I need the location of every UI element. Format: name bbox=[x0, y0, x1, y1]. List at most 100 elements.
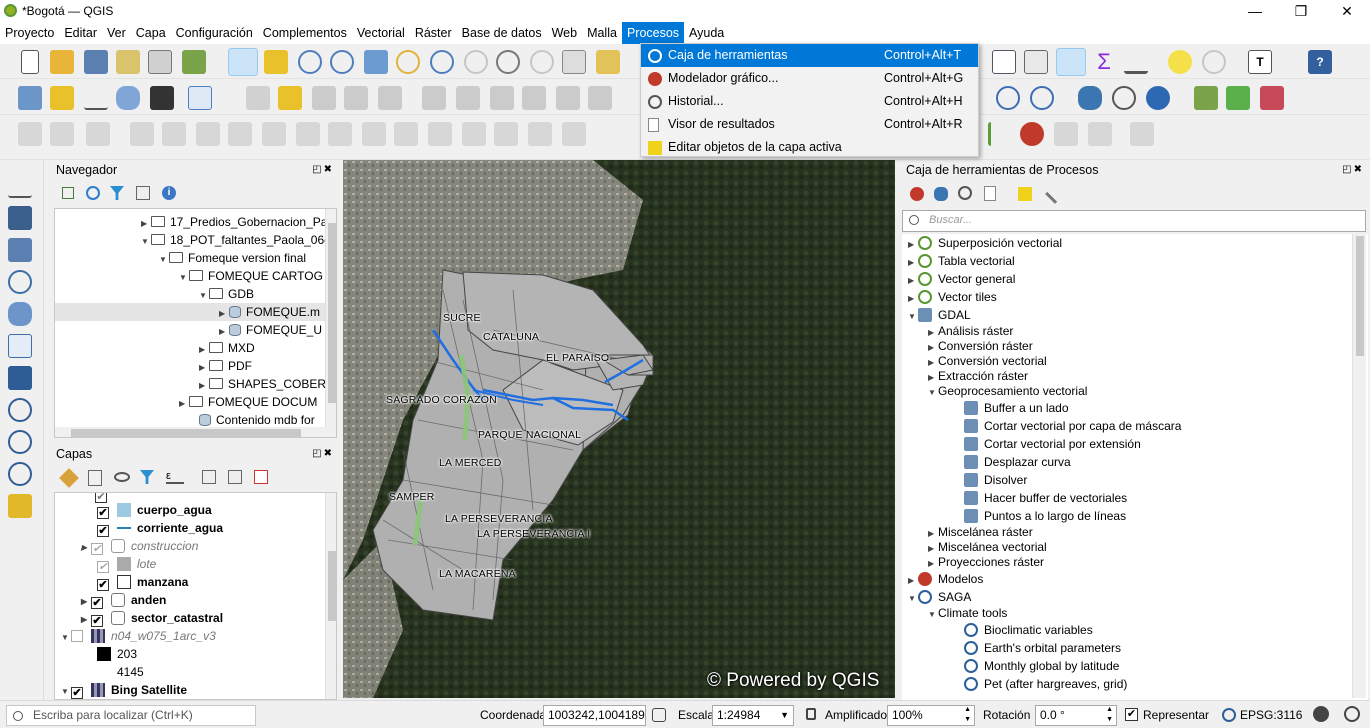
save-edits-icon[interactable] bbox=[312, 86, 336, 110]
edit-pencil-icon[interactable] bbox=[278, 86, 302, 110]
expand-all-icon[interactable] bbox=[202, 470, 216, 484]
menu-ayuda[interactable]: Ayuda bbox=[684, 22, 729, 44]
layer-item[interactable]: ▶ ✔ anden bbox=[81, 591, 166, 609]
statistics-icon[interactable] bbox=[1024, 50, 1048, 74]
menu-malla[interactable]: Malla bbox=[582, 22, 622, 44]
navigator-item[interactable]: ▶ FOMEQUE_U bbox=[219, 321, 322, 339]
toolbox-provider-item[interactable]: ▶ Vector tiles bbox=[908, 288, 997, 306]
rotate-feature-icon[interactable] bbox=[86, 122, 110, 146]
toolbox-provider-item[interactable]: ▶ Superposición vectorial bbox=[908, 234, 1062, 252]
toolbox-search-input[interactable]: Buscar... bbox=[902, 210, 1366, 232]
trim-extend-icon[interactable] bbox=[988, 122, 1006, 146]
help-icon[interactable]: ? bbox=[1308, 50, 1332, 74]
identify-icon[interactable] bbox=[1202, 50, 1226, 74]
layer-item[interactable]: ▼ n04_w075_1arc_v3 bbox=[61, 627, 216, 645]
locator-input[interactable]: Escriba para localizar (Ctrl+K) bbox=[6, 705, 256, 726]
delete-vertex-icon[interactable] bbox=[1054, 122, 1078, 146]
add-selected-icon[interactable] bbox=[62, 187, 74, 199]
refresh-icon[interactable] bbox=[86, 186, 100, 200]
navigator-item[interactable]: ▶ FOMEQUE DOCUM bbox=[179, 393, 317, 411]
layer-item[interactable]: ✔ cuerpo_agua bbox=[97, 501, 212, 519]
navigator-item[interactable]: ▼ 18_POT_faltantes_Paola_06c bbox=[141, 231, 330, 249]
close-button[interactable]: ✕ bbox=[1324, 0, 1370, 22]
layer-item[interactable]: ✔ corriente_agua bbox=[97, 519, 223, 537]
navigator-item[interactable]: ▶ MXD bbox=[199, 339, 255, 357]
menu-item-caja-de-herramientas[interactable]: Caja de herramientas Control+Alt+T bbox=[641, 44, 978, 67]
add-wfs-left-icon[interactable] bbox=[8, 462, 32, 486]
rotate-symbols-icon[interactable] bbox=[528, 122, 552, 146]
toggle-editing-icon[interactable] bbox=[246, 86, 270, 110]
info-icon[interactable]: i bbox=[162, 186, 176, 200]
delete-part-icon[interactable] bbox=[296, 122, 320, 146]
undo-icon[interactable] bbox=[588, 86, 612, 110]
zoom-out-icon[interactable] bbox=[330, 50, 354, 74]
reshape-icon[interactable] bbox=[328, 122, 352, 146]
layer-item[interactable]: ▶ ✔ construccion bbox=[81, 537, 198, 555]
add-delimited-text-icon[interactable] bbox=[150, 86, 174, 110]
processing-toolbox-icon[interactable] bbox=[1056, 48, 1086, 76]
menu-complementos[interactable]: Complementos bbox=[258, 22, 352, 44]
scale-field[interactable]: 1:24984 ▼ bbox=[712, 705, 794, 726]
map-tips-icon[interactable] bbox=[1168, 50, 1192, 74]
circular-string-icon[interactable] bbox=[18, 122, 42, 146]
add-delimited-text-left-icon[interactable] bbox=[8, 270, 32, 294]
style-manager-icon[interactable] bbox=[182, 50, 206, 74]
add-wms-layer-icon[interactable] bbox=[996, 86, 1020, 110]
navigator-item[interactable]: ▶ PDF bbox=[199, 357, 252, 375]
toolbox-algorithm-item[interactable]: Cortar vectorial por capa de máscara bbox=[964, 417, 1181, 435]
split-features-icon[interactable] bbox=[394, 122, 418, 146]
add-feature-icon[interactable] bbox=[344, 86, 368, 110]
lock-icon[interactable] bbox=[806, 708, 816, 720]
results-viewer-icon[interactable] bbox=[984, 186, 996, 201]
log-messages-icon[interactable] bbox=[1313, 706, 1329, 722]
navigator-item[interactable]: ▶ SHAPES_COBER bbox=[199, 375, 326, 393]
zoom-native-icon[interactable] bbox=[464, 50, 488, 74]
delete-selected-icon[interactable] bbox=[456, 86, 480, 110]
toolbox-group-item[interactable]: ▼ Climate tools bbox=[928, 604, 1007, 622]
new-print-layout-icon[interactable] bbox=[116, 50, 140, 74]
menu-procesos[interactable]: Procesos bbox=[621, 22, 685, 44]
delete-ring-icon[interactable] bbox=[262, 122, 286, 146]
new-map-view-icon[interactable] bbox=[562, 50, 586, 74]
zoom-next-icon[interactable] bbox=[530, 50, 554, 74]
coordinate-field[interactable]: 1003242,1004189 bbox=[543, 705, 646, 726]
add-group-icon[interactable] bbox=[88, 470, 102, 486]
menu-proyecto[interactable]: Proyecto bbox=[0, 22, 59, 44]
toolbox-algorithm-item[interactable]: Hacer buffer de vectoriales bbox=[964, 489, 1127, 507]
refresh-plugin-icon[interactable] bbox=[1226, 86, 1250, 110]
layer-item[interactable]: ✔ manzana bbox=[97, 573, 188, 591]
zoom-last-icon[interactable] bbox=[496, 50, 520, 74]
tracing-icon[interactable] bbox=[1130, 122, 1154, 146]
bookmark-icon[interactable] bbox=[596, 50, 620, 74]
add-wms-left-icon[interactable] bbox=[8, 398, 32, 422]
fill-ring-icon[interactable] bbox=[228, 122, 252, 146]
pan-map-icon[interactable] bbox=[228, 48, 258, 76]
toolbox-algorithm-item[interactable]: Buffer a un lado bbox=[964, 399, 1069, 417]
navigator-hscrollbar[interactable] bbox=[55, 427, 336, 437]
add-postgis-icon[interactable] bbox=[8, 366, 32, 390]
history-icon[interactable] bbox=[958, 186, 972, 200]
move-feature-icon[interactable] bbox=[50, 122, 74, 146]
add-virtual-layer-icon[interactable] bbox=[8, 334, 32, 358]
scripts-icon[interactable] bbox=[934, 187, 948, 201]
layout-manager-icon[interactable] bbox=[148, 50, 172, 74]
attribute-table-icon[interactable] bbox=[992, 50, 1016, 74]
offset-symbols-icon[interactable] bbox=[562, 122, 586, 146]
style-panel-icon[interactable] bbox=[59, 468, 79, 488]
menu-base-de-datos[interactable]: Base de datos bbox=[457, 22, 547, 44]
toolbox-scrollbar[interactable] bbox=[1352, 234, 1366, 698]
add-mesh-layer-icon[interactable] bbox=[188, 86, 212, 110]
collapse-all-icon[interactable] bbox=[136, 186, 150, 200]
layer-item[interactable]: ✔ lote bbox=[97, 555, 156, 573]
fix-geometry-icon[interactable] bbox=[1020, 122, 1044, 146]
reprojection-icon[interactable] bbox=[1260, 86, 1284, 110]
rotation-spinbox[interactable]: 0.0 ° ▲ ▼ bbox=[1035, 705, 1117, 726]
merge-features-icon[interactable] bbox=[462, 122, 486, 146]
add-ring-icon[interactable] bbox=[162, 122, 186, 146]
toolbox-algorithm-item[interactable]: Bioclimatic variables bbox=[964, 621, 1093, 639]
cut-features-icon[interactable] bbox=[490, 86, 514, 110]
toolbox-algorithm-item[interactable]: Cortar vectorial por extensión bbox=[964, 435, 1141, 453]
crs-globe-icon[interactable] bbox=[1222, 708, 1236, 722]
menu-editar[interactable]: Editar bbox=[59, 22, 102, 44]
add-wcs-left-icon[interactable] bbox=[8, 430, 32, 454]
